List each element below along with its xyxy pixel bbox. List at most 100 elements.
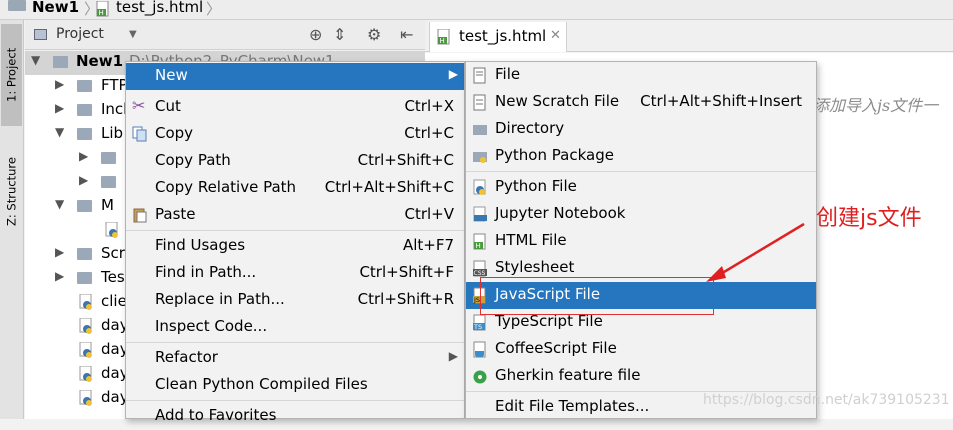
- submenu-item-label: Directory: [495, 119, 565, 137]
- menu-item-label: Clean Python Compiled Files: [155, 375, 368, 393]
- submenu-item-label: Stylesheet: [495, 258, 575, 276]
- menu-separator: [126, 230, 464, 231]
- tree-row-label: Tes: [101, 268, 125, 286]
- tree-row-label: Incl: [101, 100, 128, 118]
- submenu-item-coffeescript-file[interactable]: CoffeeScript File: [466, 336, 816, 363]
- tree-root-label: New1: [76, 52, 124, 70]
- submenu-item-label: Jupyter Notebook: [495, 204, 626, 222]
- html-file-icon: H: [437, 29, 450, 45]
- expand-arrow-icon[interactable]: ▼: [31, 53, 40, 67]
- menu-item-new[interactable]: New ▶: [126, 63, 464, 90]
- menu-item-inspect-code[interactable]: Inspect Code...: [126, 314, 464, 341]
- menu-item-shortcut: Ctrl+Alt+Shift+C: [324, 178, 454, 196]
- jupyter-icon: [473, 206, 487, 222]
- paste-icon: [133, 208, 147, 223]
- left-tool-strip: 1: Project Z: Structure: [0, 20, 24, 419]
- expand-arrow-icon[interactable]: ▶: [55, 101, 64, 115]
- collapse-icon[interactable]: ⇕: [333, 25, 346, 44]
- menu-item-copy-relative-path[interactable]: Copy Relative Path Ctrl+Alt+Shift+C: [126, 175, 464, 202]
- expand-arrow-icon[interactable]: ▶: [79, 149, 88, 163]
- menu-item-replace-in-path[interactable]: Replace in Path... Ctrl+Shift+R: [126, 287, 464, 314]
- submenu-item-label: Gherkin feature file: [495, 366, 641, 384]
- python-file-icon: [473, 179, 486, 195]
- menu-item-label: Copy: [155, 124, 194, 142]
- folder-icon: [77, 104, 92, 116]
- breadcrumb-project[interactable]: New1: [32, 0, 79, 16]
- menu-item-label: Inspect Code...: [155, 317, 268, 335]
- expand-arrow-icon[interactable]: ▼: [55, 125, 64, 139]
- submenu-item-label: Python Package: [495, 146, 614, 164]
- scratch-file-icon: [473, 94, 486, 111]
- project-view-label[interactable]: Project: [56, 26, 104, 42]
- menu-item-find-usages[interactable]: Find Usages Alt+F7: [126, 233, 464, 260]
- tree-row-label: Lib: [101, 124, 124, 142]
- hide-panel-icon[interactable]: ⇤: [400, 25, 413, 44]
- svg-text:TS: TS: [473, 323, 482, 331]
- expand-arrow-icon[interactable]: ▶: [55, 245, 64, 259]
- menu-item-label: Copy Relative Path: [155, 178, 297, 196]
- submenu-item-python-file[interactable]: Python File: [466, 174, 816, 201]
- gear-icon[interactable]: ⚙: [367, 25, 381, 44]
- expand-arrow-icon[interactable]: ▶: [55, 269, 64, 283]
- menu-item-cut[interactable]: ✂ Cut Ctrl+X: [126, 94, 464, 121]
- html-file-icon: H: [473, 233, 486, 250]
- submenu-item-python-package[interactable]: Python Package: [466, 143, 816, 170]
- tree-row-label: FTP: [101, 76, 128, 94]
- folder-icon: [77, 128, 92, 140]
- folder-icon: [77, 80, 92, 92]
- close-icon[interactable]: ✕: [550, 28, 561, 43]
- chevron-down-icon[interactable]: ▼: [129, 29, 137, 40]
- expand-arrow-icon[interactable]: ▶: [55, 77, 64, 91]
- file-icon: [473, 67, 486, 84]
- menu-item-copy[interactable]: Copy Ctrl+C: [126, 121, 464, 148]
- menu-item-shortcut: Ctrl+Shift+R: [357, 290, 454, 308]
- annotation-arrow-icon: [706, 222, 805, 282]
- submenu-item-file[interactable]: File: [466, 62, 816, 89]
- folder-icon: [101, 176, 116, 188]
- tool-tab-structure[interactable]: Z: Structure: [1, 142, 22, 242]
- tree-row-label: clie: [101, 292, 127, 310]
- package-icon: [473, 152, 487, 163]
- menu-item-shortcut: Alt+F7: [402, 236, 454, 254]
- submenu-item-label: CoffeeScript File: [495, 339, 617, 357]
- submenu-item-gherkin-file[interactable]: Gherkin feature file: [466, 363, 816, 390]
- python-file-icon: [79, 294, 92, 310]
- editor-tab-bar: H test_js.html ✕: [425, 20, 953, 52]
- editor-tab[interactable]: H test_js.html ✕: [429, 22, 567, 52]
- menu-item-paste[interactable]: Paste Ctrl+V: [126, 202, 464, 229]
- html-file-icon: H: [96, 1, 109, 17]
- submenu-item-directory[interactable]: Directory: [466, 116, 816, 143]
- menu-item-label: Cut: [155, 97, 181, 115]
- folder-icon: [101, 152, 116, 164]
- tool-tab-project[interactable]: 1: Project: [1, 24, 22, 126]
- python-file-icon: [105, 222, 118, 238]
- svg-text:JS: JS: [473, 296, 480, 304]
- menu-item-clean-compiled[interactable]: Clean Python Compiled Files: [126, 372, 464, 399]
- menu-item-refactor[interactable]: Refactor ▶: [126, 345, 464, 372]
- python-file-icon: [79, 390, 92, 406]
- breadcrumb-file[interactable]: test_js.html: [116, 0, 203, 16]
- menu-item-copy-path[interactable]: Copy Path Ctrl+Shift+C: [126, 148, 464, 175]
- python-file-icon: [79, 318, 92, 334]
- svg-text:CSS: CSS: [474, 270, 486, 277]
- expand-arrow-icon[interactable]: ▼: [55, 197, 64, 211]
- folder-icon: [77, 248, 92, 260]
- menu-item-shortcut: Ctrl+C: [404, 124, 454, 142]
- menu-item-add-to-favorites[interactable]: Add to Favorites: [126, 403, 464, 430]
- menu-separator: [466, 171, 816, 172]
- menu-item-label: Refactor: [155, 348, 218, 366]
- submenu-item-label: File: [495, 65, 521, 83]
- locate-icon[interactable]: ⊕: [309, 25, 322, 44]
- submenu-arrow-icon: ▶: [448, 349, 458, 363]
- submenu-item-scratch-file[interactable]: New Scratch File Ctrl+Alt+Shift+Insert: [466, 89, 816, 116]
- submenu-arrow-icon: ▶: [448, 67, 458, 81]
- gherkin-icon: [473, 370, 487, 384]
- expand-arrow-icon[interactable]: ▶: [79, 173, 88, 187]
- folder-icon: [53, 56, 68, 68]
- submenu-item-shortcut: Ctrl+Alt+Shift+Insert: [640, 92, 802, 110]
- menu-item-find-in-path[interactable]: Find in Path... Ctrl+Shift+F: [126, 260, 464, 287]
- editor-tab-label: test_js.html: [459, 27, 547, 45]
- menu-item-shortcut: Ctrl+V: [404, 205, 454, 223]
- menu-separator: [126, 342, 464, 343]
- menu-item-shortcut: Ctrl+Shift+C: [357, 151, 454, 169]
